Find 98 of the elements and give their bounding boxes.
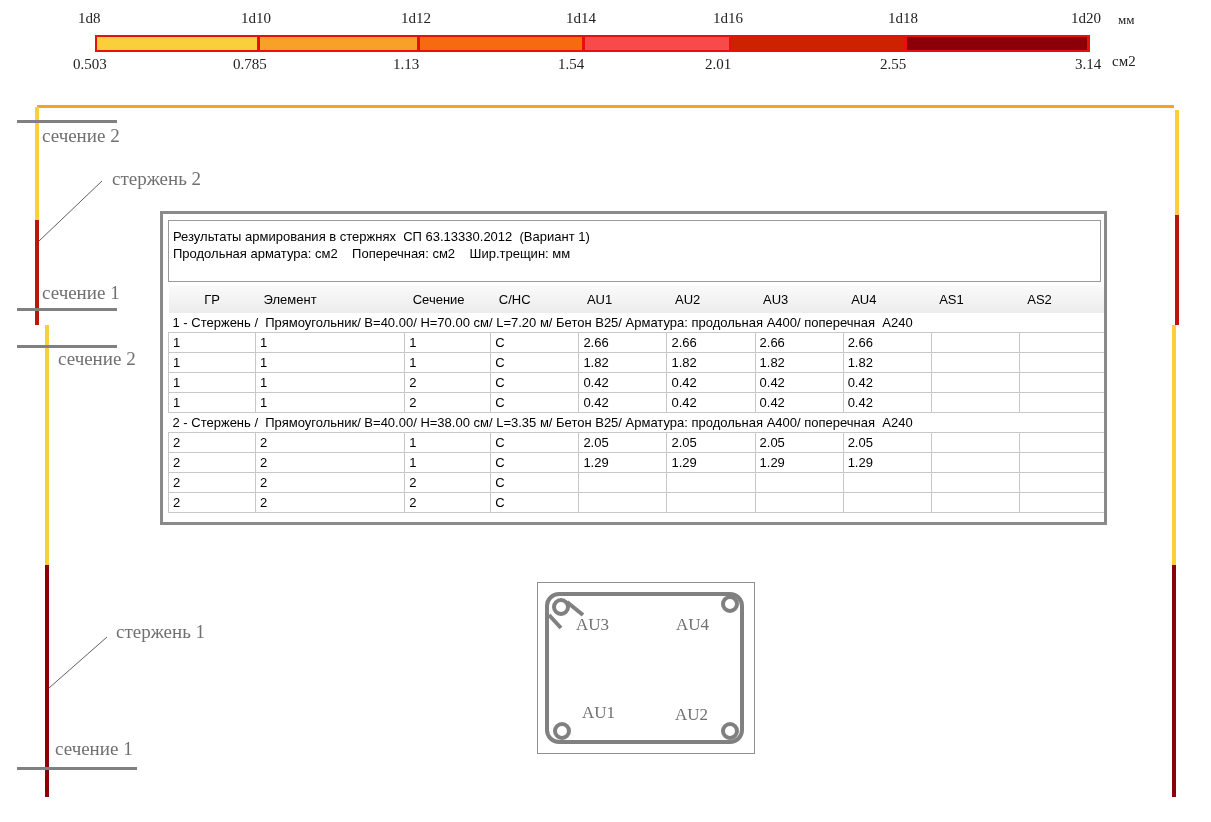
column-header: Элемент	[255, 285, 405, 313]
table-cell: 1	[168, 372, 256, 393]
table-cell: 2.05	[666, 432, 756, 453]
table-cell: 1.82	[578, 352, 667, 373]
table-cell: 1	[255, 372, 405, 393]
table-cell: 0.42	[755, 372, 844, 393]
table-cell: 0.42	[843, 392, 932, 413]
table-cell: 0.42	[666, 372, 756, 393]
table-cell: 1	[404, 432, 491, 453]
area-label: 1.13	[393, 56, 420, 73]
table-cell: 1	[168, 352, 256, 373]
table-cell: 1.82	[666, 352, 756, 373]
column-header: AS2	[1019, 285, 1104, 313]
diameter-label: 1d8	[78, 10, 101, 27]
table-cell: С	[490, 372, 579, 393]
column-header: Сечение	[404, 285, 491, 313]
section-label: сечение 1	[55, 738, 133, 760]
diameter-label: 1d20	[1071, 10, 1101, 27]
table-cell: 2	[168, 452, 256, 473]
area-label: 3.14	[1075, 56, 1102, 73]
column-header: ГР	[168, 285, 256, 313]
diameter-label: 1d14	[566, 10, 596, 27]
column-header: AU3	[755, 285, 844, 313]
table-cell: 2.05	[843, 432, 932, 453]
table-cell: 2	[255, 492, 405, 513]
table-cell: 0.42	[843, 372, 932, 393]
results-title: Результаты армирования в стержнях СП 63.13330.2012 (Вариант 1)	[173, 228, 591, 245]
table-cell: 2	[255, 452, 405, 473]
area-label: 0.785	[233, 56, 267, 73]
group-row: 2 - Стержень / Прямоугольник/ B=40.00/ H=38.00 см/ L=3.35 м/ Бетон B25/ Арматура: продольная А400/ поперечная А240	[168, 412, 1104, 433]
table-cell: 1	[255, 352, 405, 373]
units-text: Продольная арматура: см2 Поперечная: см2 Шир.трещин: мм	[173, 245, 572, 262]
table-cell: 2	[404, 492, 491, 513]
table-cell: С	[490, 452, 579, 473]
table-cell: 2	[404, 472, 491, 493]
table-cell: 2.66	[843, 332, 932, 353]
table-cell: 2.05	[755, 432, 844, 453]
area-label: 1.54	[558, 56, 585, 73]
table-cell: 1	[255, 392, 405, 413]
column-header: AU2	[666, 285, 756, 313]
table-cell: С	[490, 352, 579, 373]
section-label: сечение 2	[42, 125, 120, 147]
table-cell: 1.29	[843, 452, 932, 473]
area-label: 2.55	[880, 56, 907, 73]
table-cell: 1	[255, 332, 405, 353]
table-cell: 1	[404, 332, 491, 353]
area-label: 2.01	[705, 56, 732, 73]
table-cell: С	[490, 492, 579, 513]
table-cell: 1	[168, 392, 256, 413]
bar-label: AU3	[576, 615, 610, 635]
leader-line	[38, 180, 103, 242]
table-cell: 2.66	[755, 332, 844, 353]
column-header: AU1	[578, 285, 667, 313]
unit-label: см2	[1112, 53, 1136, 70]
table-cell: 1.29	[666, 452, 756, 473]
table-cell: 1.82	[843, 352, 932, 373]
table-cell: С	[490, 332, 579, 353]
rod-label: стержень 1	[116, 621, 206, 643]
section-label: сечение 1	[42, 282, 120, 304]
table-cell: 2	[168, 492, 256, 513]
table-cell: 2	[168, 432, 256, 453]
table-cell: С	[490, 432, 579, 453]
unit-label: мм	[1118, 12, 1135, 28]
group-row: 1 - Стержень / Прямоугольник/ B=40.00/ H=70.00 см/ L=7.20 м/ Бетон B25/ Арматура: продольная А400/ поперечная А240	[168, 313, 1104, 333]
rod-label: стержень 2	[112, 168, 202, 190]
table-cell: 0.42	[578, 372, 667, 393]
leader-line	[48, 636, 108, 689]
table-cell: С	[490, 392, 579, 413]
table-cell: 2	[255, 472, 405, 493]
diameter-label: 1d12	[401, 10, 431, 27]
column-header: AU4	[843, 285, 932, 313]
diameter-label: 1d16	[713, 10, 743, 27]
section-label: сечение 2	[58, 348, 136, 370]
table-cell: 0.42	[666, 392, 756, 413]
table-cell: 1	[404, 452, 491, 473]
table-cell: 0.42	[578, 392, 667, 413]
table-cell: 2	[404, 372, 491, 393]
table-cell: 1	[404, 352, 491, 373]
table-cell: 1.29	[755, 452, 844, 473]
table-cell: 2.05	[578, 432, 667, 453]
table-cell: С	[490, 472, 579, 493]
table-cell: 2	[255, 432, 405, 453]
area-label: 0.503	[73, 56, 107, 73]
diameter-label: 1d18	[888, 10, 918, 27]
table-cell: 1.82	[755, 352, 844, 373]
table-cell: 1	[168, 332, 256, 353]
diameter-label: 1d10	[241, 10, 271, 27]
bar-label: AU1	[582, 703, 616, 723]
bar-label: AU4	[676, 615, 710, 635]
column-header: AS1	[931, 285, 1020, 313]
column-header: С/НС	[490, 285, 579, 313]
table-cell: 2	[168, 472, 256, 493]
table-cell: 2.66	[666, 332, 756, 353]
table-cell: 2	[404, 392, 491, 413]
table-cell: 0.42	[755, 392, 844, 413]
bar-label: AU2	[675, 705, 709, 725]
table-cell: 1.29	[578, 452, 667, 473]
table-cell: 2.66	[578, 332, 667, 353]
